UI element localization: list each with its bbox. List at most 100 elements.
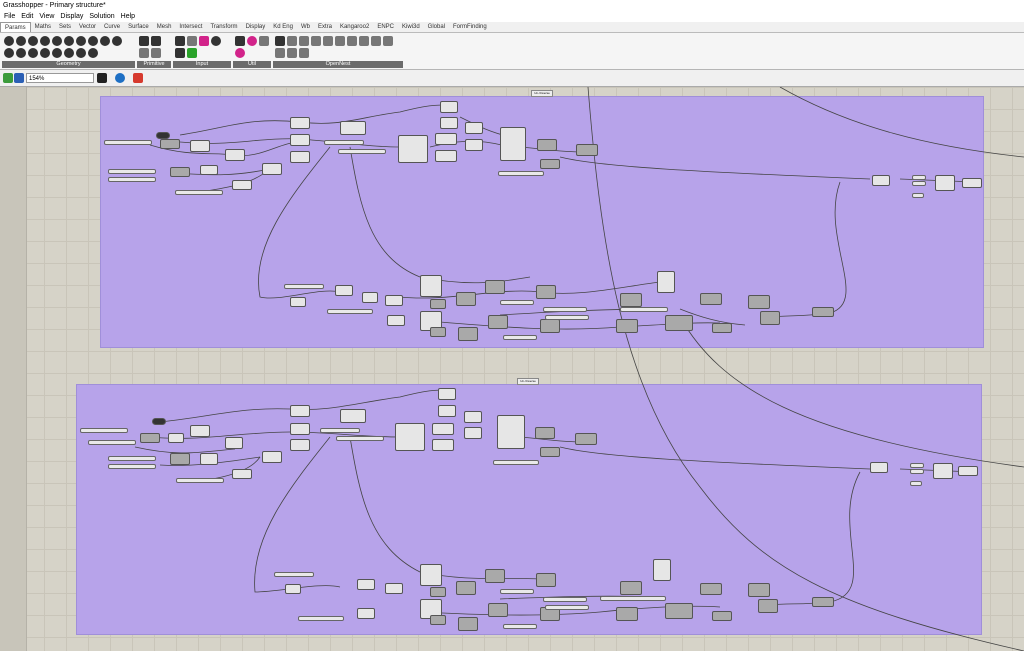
- component[interactable]: [458, 617, 478, 631]
- number-slider[interactable]: [284, 284, 324, 289]
- component[interactable]: [440, 101, 458, 113]
- component[interactable]: [760, 311, 780, 325]
- tab-mesh[interactable]: Mesh: [153, 22, 176, 32]
- button-icon[interactable]: [187, 36, 197, 46]
- tab-params[interactable]: Params: [0, 22, 31, 32]
- component[interactable]: [385, 583, 403, 594]
- component[interactable]: [575, 433, 597, 445]
- component[interactable]: [465, 122, 483, 134]
- preview-eye-icon[interactable]: [115, 73, 125, 83]
- transform-param-icon[interactable]: [52, 48, 62, 58]
- component[interactable]: [536, 285, 556, 299]
- plane-param-icon[interactable]: [88, 36, 98, 46]
- paint-brush-icon[interactable]: [133, 73, 143, 83]
- number-slider[interactable]: [324, 140, 364, 145]
- component[interactable]: [540, 159, 560, 169]
- rotate-icon[interactable]: [359, 36, 369, 46]
- component[interactable]: [395, 423, 425, 451]
- component[interactable]: [535, 427, 555, 439]
- component[interactable]: [290, 405, 310, 417]
- surface-param-icon[interactable]: [16, 48, 26, 58]
- arrow-right-icon[interactable]: [235, 36, 245, 46]
- tab-curve[interactable]: Curve: [100, 22, 124, 32]
- component[interactable]: [140, 433, 160, 443]
- number-slider[interactable]: [108, 177, 156, 182]
- tab-kdeng[interactable]: Kd Eng: [269, 22, 297, 32]
- component[interactable]: [170, 167, 190, 177]
- open-file-icon[interactable]: [3, 73, 13, 83]
- number-slider[interactable]: [543, 307, 587, 312]
- tab-formfinding[interactable]: FormFinding: [449, 22, 491, 32]
- number-slider[interactable]: [600, 596, 666, 601]
- color-swatch-icon[interactable]: [187, 48, 197, 58]
- save-file-icon[interactable]: [14, 73, 24, 83]
- number-slider[interactable]: [108, 464, 156, 469]
- number-slider[interactable]: [620, 307, 668, 312]
- component[interactable]: [385, 295, 403, 306]
- panel[interactable]: [910, 481, 922, 486]
- component[interactable]: [540, 319, 560, 333]
- panel[interactable]: [912, 175, 926, 180]
- gradient-icon[interactable]: [199, 36, 209, 46]
- component[interactable]: [430, 615, 446, 625]
- transform-icon[interactable]: [335, 36, 345, 46]
- component[interactable]: [456, 581, 476, 595]
- tab-transform[interactable]: Transform: [206, 22, 241, 32]
- panel[interactable]: [912, 181, 926, 186]
- component[interactable]: [435, 150, 457, 162]
- component[interactable]: [290, 151, 310, 163]
- wifi-icon[interactable]: [371, 36, 381, 46]
- number-param-icon[interactable]: [139, 48, 149, 58]
- target-icon[interactable]: [299, 48, 309, 58]
- boolean-param-icon[interactable]: [139, 36, 149, 46]
- component[interactable]: [933, 463, 953, 479]
- tab-kiwi3d[interactable]: Kiwi3d: [398, 22, 424, 32]
- component[interactable]: [362, 292, 378, 303]
- component[interactable]: [500, 127, 526, 161]
- component[interactable]: [712, 611, 732, 621]
- component[interactable]: [620, 581, 642, 595]
- component[interactable]: [290, 297, 306, 307]
- number-slider[interactable]: [175, 190, 223, 195]
- panel[interactable]: [912, 193, 924, 198]
- component[interactable]: [872, 175, 890, 186]
- box-param-icon[interactable]: [100, 36, 110, 46]
- component[interactable]: [190, 140, 210, 152]
- brep-param-icon[interactable]: [112, 36, 122, 46]
- component[interactable]: [290, 439, 310, 451]
- component[interactable]: [335, 285, 353, 296]
- tab-global[interactable]: Global: [424, 22, 449, 32]
- number-slider[interactable]: [108, 169, 156, 174]
- number-slider[interactable]: [498, 171, 544, 176]
- number-slider[interactable]: [176, 478, 224, 483]
- component[interactable]: [958, 466, 978, 476]
- component[interactable]: [812, 307, 834, 317]
- number-slider[interactable]: [543, 597, 587, 602]
- component[interactable]: [748, 295, 770, 309]
- panel[interactable]: [910, 469, 924, 474]
- menu-view[interactable]: View: [39, 11, 54, 22]
- number-slider[interactable]: [545, 315, 589, 320]
- component[interactable]: [357, 608, 375, 619]
- menu-help[interactable]: Help: [121, 11, 135, 22]
- component[interactable]: [290, 134, 310, 146]
- twisted-box-param-icon[interactable]: [28, 48, 38, 58]
- component[interactable]: [420, 275, 442, 297]
- boolean-toggle[interactable]: [156, 132, 170, 139]
- tab-enpc[interactable]: ENPC: [373, 22, 398, 32]
- shapes-icon[interactable]: [323, 36, 333, 46]
- number-slider[interactable]: [500, 589, 534, 594]
- component[interactable]: [657, 271, 675, 293]
- copy-icon[interactable]: [287, 48, 297, 58]
- component[interactable]: [190, 425, 210, 437]
- component[interactable]: [200, 453, 218, 465]
- tab-maths[interactable]: Maths: [31, 22, 55, 32]
- geometry-param-icon[interactable]: [4, 36, 14, 46]
- number-slider[interactable]: [88, 440, 136, 445]
- zoom-field[interactable]: 154%: [26, 73, 94, 83]
- panel-icon[interactable]: [175, 48, 185, 58]
- arc-param-icon[interactable]: [52, 36, 62, 46]
- component[interactable]: [665, 315, 693, 331]
- number-slider[interactable]: [108, 456, 156, 461]
- text-param-icon[interactable]: [151, 48, 161, 58]
